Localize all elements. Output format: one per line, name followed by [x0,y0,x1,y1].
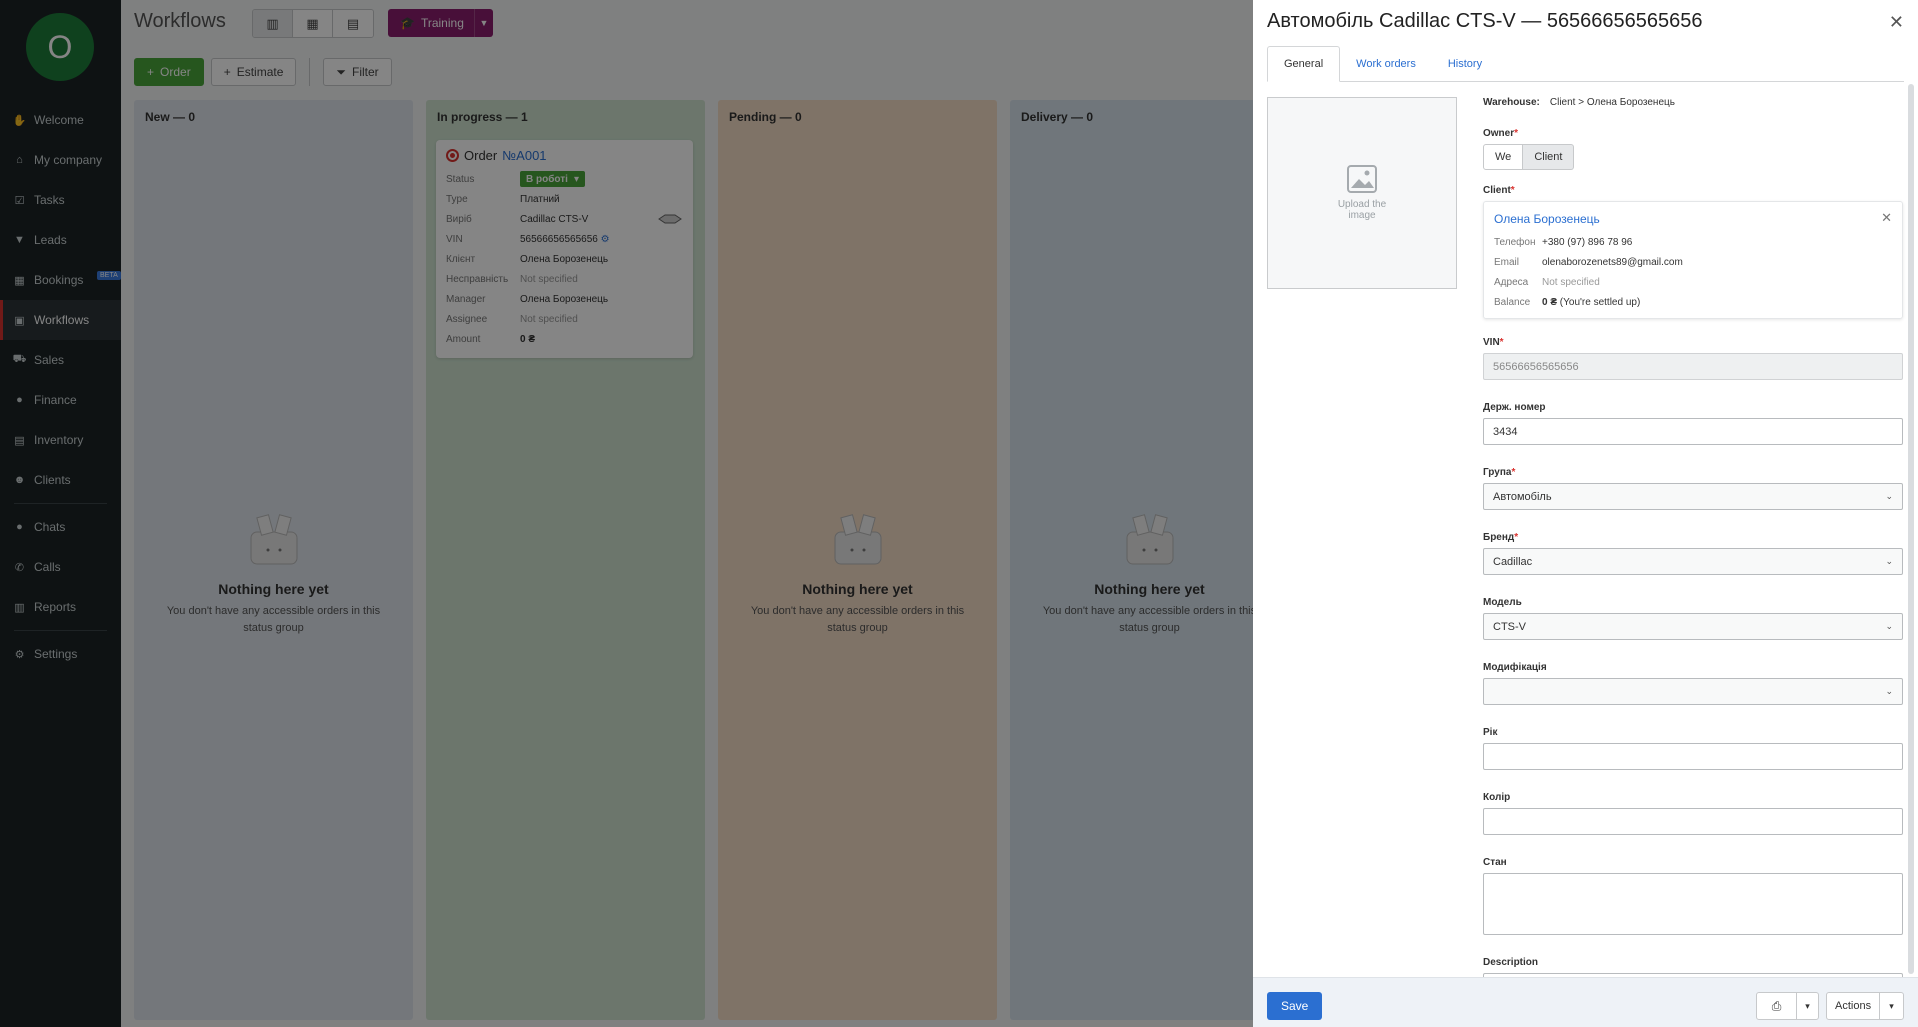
row-value: olenaborozenets89@gmail.com [1542,256,1683,268]
actions-button[interactable]: Actions ▾ [1826,992,1904,1020]
warehouse-label: Warehouse: [1483,97,1540,108]
client-phone-row: Телефон +380 (97) 896 78 96 [1494,232,1892,252]
owner-toggle: We Client [1483,144,1903,170]
row-key: Адреса [1494,276,1529,288]
state-label: Стан [1483,857,1507,868]
brand-label-text: Бренд [1483,532,1515,543]
chevron-down-icon[interactable]: ▾ [1880,1001,1903,1012]
description-label: Description [1483,957,1539,968]
vin-input: 56566656565656 [1483,353,1903,380]
brand-value: Cadillac [1493,555,1533,568]
image-icon [1347,165,1377,193]
save-button[interactable]: Save [1267,992,1323,1020]
client-card: Олена Борозенець ✕ Телефон +380 (97) 896 … [1483,201,1903,319]
vin-label: VIN* [1483,337,1903,348]
owner-client-option[interactable]: Client [1523,144,1575,170]
tab-general[interactable]: General [1267,46,1341,82]
group-select[interactable]: Автомобіль ⌄ [1483,483,1903,510]
panel-title: Автомобіль Cadillac CTS-V — 565666565656… [1267,10,1703,32]
group-label-text: Група [1483,467,1512,478]
chevron-down-icon: ⌄ [1885,491,1893,501]
row-key: Телефон [1494,236,1536,248]
plate-input[interactable]: 3434 [1483,418,1903,445]
close-icon[interactable]: ✕ [1889,12,1904,33]
actions-label: Actions [1827,993,1881,1019]
item-form: Warehouse: Client > Олена Борозенець Own… [1483,97,1903,1027]
vin-label-text: VIN [1483,337,1500,348]
owner-we-option[interactable]: We [1483,144,1524,170]
warehouse-info: Warehouse: Client > Олена Борозенець [1483,97,1903,108]
panel-tabs: General Work orders History [1267,46,1904,82]
client-email-row: Email olenaborozenets89@gmail.com [1494,252,1892,272]
client-name-link[interactable]: Олена Борозенець [1494,212,1892,226]
required-mark: * [1499,337,1504,348]
brand-label: Бренд* [1483,532,1903,543]
owner-label-text: Owner [1483,128,1515,139]
panel-footer: Save ⎙ ▾ Actions ▾ [1253,977,1918,1027]
plate-label: Держ. номер [1483,402,1546,413]
year-label: Рік [1483,727,1498,738]
printer-icon[interactable]: ⎙ [1757,993,1797,1019]
required-mark: * [1514,128,1519,139]
warehouse-value: Client > Олена Борозенець [1549,97,1675,108]
balance-note: (You're settled up) [1559,296,1641,308]
model-value: CTS-V [1493,620,1526,633]
tab-history[interactable]: History [1432,46,1498,82]
modification-select[interactable]: ⌄ [1483,678,1903,705]
model-label: Модель [1483,597,1522,608]
required-mark: * [1511,467,1516,478]
client-balance-row: Balance 0 ₴ (You're settled up) [1494,292,1892,312]
group-value: Автомобіль [1493,490,1552,503]
row-value: +380 (97) 896 78 96 [1542,236,1633,248]
chevron-down-icon: ⌄ [1885,621,1893,631]
year-input[interactable] [1483,743,1903,770]
chevron-down-icon: ⌄ [1885,686,1893,696]
item-detail-panel: Автомобіль Cadillac CTS-V — 565666565656… [1253,0,1918,1027]
group-label: Група* [1483,467,1903,478]
color-input[interactable] [1483,808,1903,835]
state-textarea[interactable] [1483,873,1903,935]
required-mark: * [1514,532,1519,543]
upload-text: Upload the image [1337,199,1387,221]
scrollbar[interactable] [1908,84,1914,974]
close-icon[interactable]: ✕ [1881,210,1892,226]
image-upload[interactable]: Upload the image [1267,97,1457,289]
modification-label: Модифікація [1483,662,1547,673]
brand-select[interactable]: Cadillac ⌄ [1483,548,1903,575]
client-address-row: Адреса Not specified [1494,272,1892,292]
color-label: Колір [1483,792,1511,803]
chevron-down-icon[interactable]: ▾ [1797,1001,1818,1012]
row-key: Balance [1494,296,1531,308]
owner-label: Owner* [1483,128,1903,139]
row-key: Email [1494,256,1520,268]
row-value: 0 ₴ (You're settled up) [1542,297,1640,308]
print-button[interactable]: ⎙ ▾ [1756,992,1819,1020]
tab-work-orders[interactable]: Work orders [1340,46,1432,82]
chevron-down-icon: ⌄ [1885,556,1893,566]
required-mark: * [1510,185,1515,196]
client-label: Client* [1483,185,1903,196]
modal-backdrop[interactable] [0,0,1253,1027]
client-label-text: Client [1483,185,1511,196]
row-value: Not specified [1542,276,1600,288]
balance-amount: 0 ₴ [1542,296,1558,308]
model-select[interactable]: CTS-V ⌄ [1483,613,1903,640]
